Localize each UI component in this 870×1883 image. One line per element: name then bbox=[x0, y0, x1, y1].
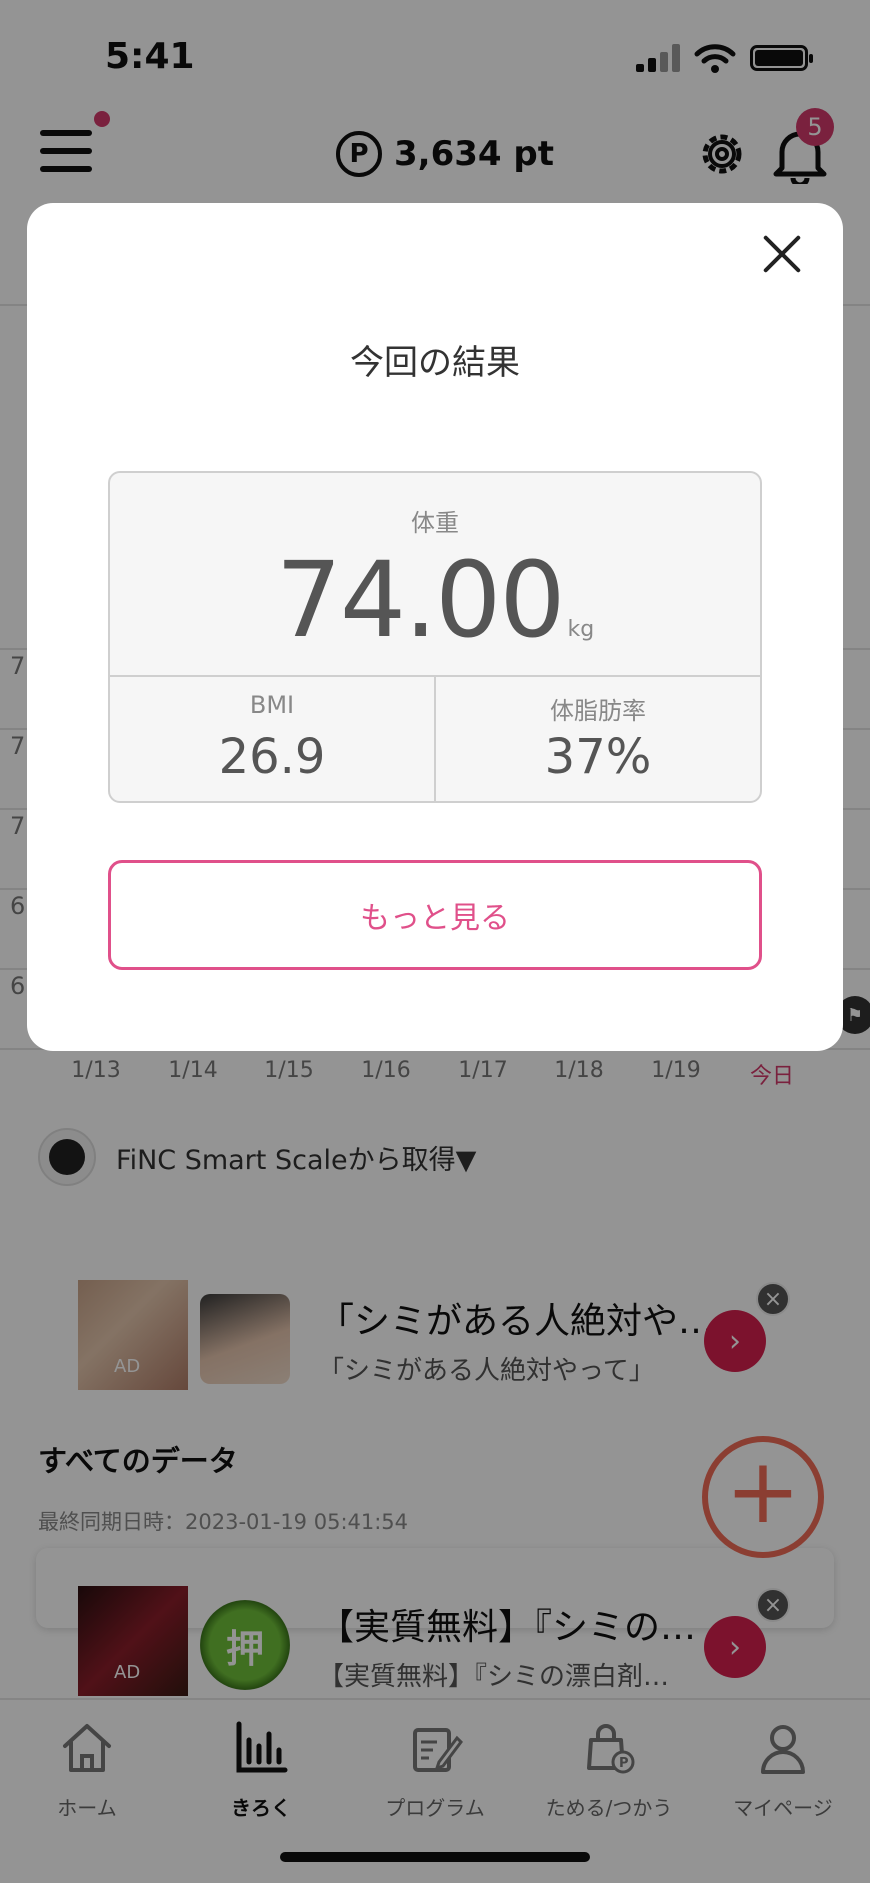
body-fat-label: 体脂肪率 bbox=[550, 697, 646, 725]
weight-label: 体重 bbox=[411, 509, 459, 537]
weight-display: 74.00 kg bbox=[110, 539, 760, 661]
modal-title: 今回の結果 bbox=[350, 343, 520, 383]
result-modal: 今回の結果 体重 74.00 kg BMI 26.9 体脂肪率 37% もっと見る bbox=[27, 203, 843, 1051]
close-icon[interactable] bbox=[757, 229, 807, 279]
bmi-value: 26.9 bbox=[218, 729, 326, 785]
body-fat-value: 37% bbox=[544, 729, 652, 785]
weight-value: 74.00 bbox=[275, 539, 566, 661]
bmi-label: BMI bbox=[249, 691, 295, 719]
weight-unit: kg bbox=[567, 617, 595, 642]
result-panel: 体重 74.00 kg BMI 26.9 体脂肪率 37% bbox=[108, 471, 762, 803]
see-more-button[interactable]: もっと見る bbox=[108, 860, 762, 970]
